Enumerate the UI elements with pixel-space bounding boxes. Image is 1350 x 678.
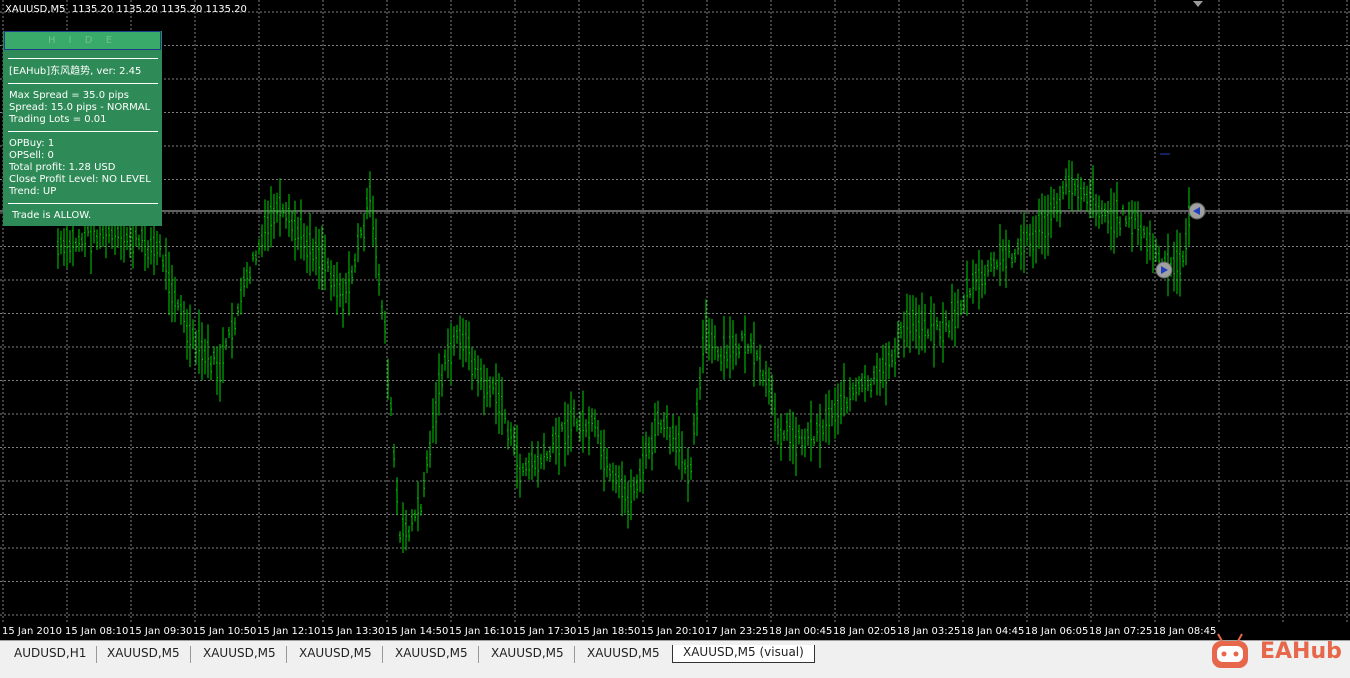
time-label: 15 Jan 18:50 bbox=[577, 626, 641, 637]
logo-text: EAHub bbox=[1260, 638, 1342, 664]
time-label: 18 Jan 04:45 bbox=[961, 626, 1025, 637]
tab-xauusd-m5[interactable]: XAUUSD,M5 bbox=[97, 646, 191, 663]
tab-xauusd-m5[interactable]: XAUUSD,M5 bbox=[193, 646, 287, 663]
max-spread-label: Max Spread = 35.0 pips bbox=[9, 90, 129, 101]
eahub-logo: EAHub bbox=[1210, 632, 1342, 670]
time-label: 15 Jan 14:50 bbox=[385, 626, 449, 637]
time-label: 18 Jan 00:45 bbox=[769, 626, 833, 637]
chart-shift-marker-icon[interactable] bbox=[1193, 1, 1203, 7]
time-label: 17 Jan 23:25 bbox=[705, 626, 769, 637]
panel-divider bbox=[8, 131, 158, 132]
tab-xauusd-m5[interactable]: XAUUSD,M5 bbox=[481, 646, 575, 663]
trend-label: Trend: UP bbox=[9, 186, 57, 197]
panel-divider bbox=[8, 58, 158, 59]
time-label: 15 Jan 09:30 bbox=[129, 626, 193, 637]
time-label: 18 Jan 02:05 bbox=[833, 626, 897, 637]
close-profit-label: Close Profit Level: NO LEVEL bbox=[9, 174, 151, 185]
time-label: 15 Jan 20:10 bbox=[641, 626, 705, 637]
total-profit-label: Total profit: 1.28 USD bbox=[9, 162, 116, 173]
tab-xauusd-m5-visual[interactable]: XAUUSD,M5 (visual) bbox=[672, 645, 815, 663]
time-label: 15 Jan 10:50 bbox=[193, 626, 257, 637]
tab-xauusd-m5[interactable]: XAUUSD,M5 bbox=[577, 646, 670, 663]
time-label: 18 Jan 03:25 bbox=[897, 626, 961, 637]
op-sell-label: OPSell: 0 bbox=[9, 150, 54, 161]
trading-lots-label: Trading Lots = 0.01 bbox=[9, 114, 107, 125]
version-label: [EAHub]东风趋势, ver: 2.45 bbox=[9, 66, 142, 77]
price-chart[interactable] bbox=[0, 0, 1350, 622]
chart-title: XAUUSD,M5 1135.20 1135.20 1135.20 1135.2… bbox=[5, 4, 247, 15]
time-label: 15 Jan 13:30 bbox=[321, 626, 385, 637]
tab-xauusd-m5[interactable]: XAUUSD,M5 bbox=[289, 646, 383, 663]
chart-tab-bar: AUDUSD,H1 XAUUSD,M5 XAUUSD,M5 XAUUSD,M5 … bbox=[0, 640, 1350, 678]
time-axis: 15 Jan 2010 15 Jan 08:10 15 Jan 09:30 15… bbox=[0, 622, 1350, 640]
time-label: 15 Jan 12:10 bbox=[257, 626, 321, 637]
tab-xauusd-m5[interactable]: XAUUSD,M5 bbox=[385, 646, 479, 663]
robot-logo-icon bbox=[1212, 633, 1248, 668]
time-label: 18 Jan 07:25 bbox=[1089, 626, 1153, 637]
op-buy-label: OPBuy: 1 bbox=[9, 138, 55, 149]
time-label: 18 Jan 08:45 bbox=[1153, 626, 1217, 637]
time-label: 15 Jan 08:10 bbox=[65, 626, 129, 637]
hide-button[interactable]: H I D E bbox=[4, 31, 161, 50]
time-label: 15 Jan 2010 bbox=[2, 626, 62, 637]
time-label: 15 Jan 17:30 bbox=[513, 626, 577, 637]
tab-audusd-h1[interactable]: AUDUSD,H1 bbox=[4, 646, 98, 663]
time-label: 18 Jan 06:05 bbox=[1025, 626, 1089, 637]
time-label: 15 Jan 16:10 bbox=[449, 626, 513, 637]
spread-label: Spread: 15.0 pips - NORMAL bbox=[9, 102, 151, 113]
panel-divider bbox=[8, 203, 158, 204]
ea-info-panel: H I D E [EAHub]东风趋势, ver: 2.45 Max Sprea… bbox=[3, 31, 162, 226]
panel-divider bbox=[8, 83, 158, 84]
trade-status-label: Trade is ALLOW. bbox=[12, 210, 92, 221]
chart-area[interactable]: XAUUSD,M5 1135.20 1135.20 1135.20 1135.2… bbox=[0, 0, 1350, 622]
